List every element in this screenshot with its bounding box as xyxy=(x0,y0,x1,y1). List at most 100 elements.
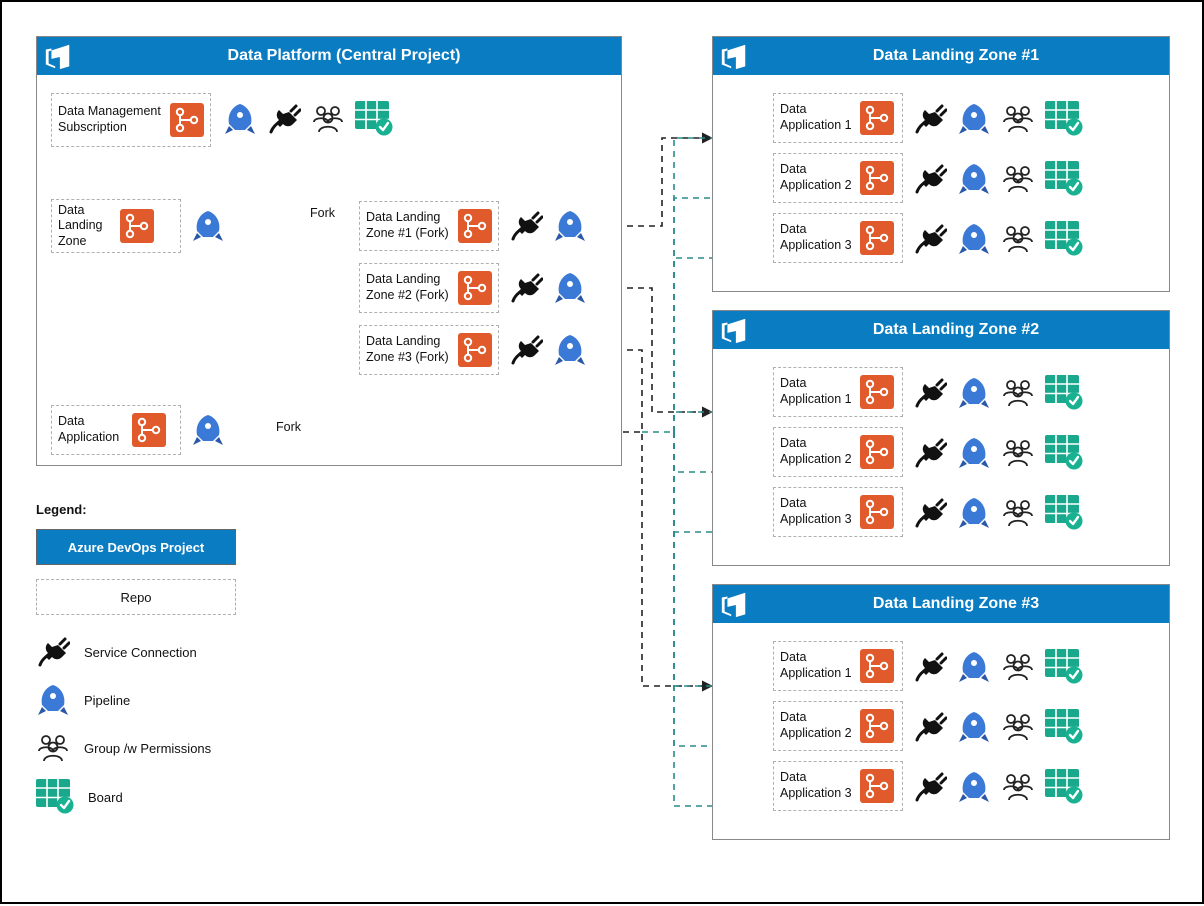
fork3-icons xyxy=(509,333,587,367)
repo-fork-1: Data Landing Zone #1 (Fork) xyxy=(359,201,499,251)
repo-label: Data Application 3 xyxy=(780,496,860,527)
board-icon xyxy=(355,101,393,137)
zone1-app2-icons xyxy=(913,161,1083,197)
repo-icon xyxy=(458,333,492,367)
pipeline-icon xyxy=(957,376,991,410)
pipeline-icon xyxy=(957,162,991,196)
central-project-header: Data Platform (Central Project) xyxy=(37,37,621,75)
zone-title: Data Landing Zone #1 xyxy=(755,47,1157,65)
zone2-app3: Data Application 3 xyxy=(773,487,903,537)
repo-label: Data Application 2 xyxy=(780,436,860,467)
repo-icon xyxy=(170,103,204,137)
app-icons xyxy=(191,413,225,447)
zone-header: Data Landing Zone #1 xyxy=(713,37,1169,75)
board-icon xyxy=(1045,161,1083,197)
board-icon xyxy=(1045,435,1083,471)
service-connection-icon xyxy=(913,376,947,410)
legend-board-label: Board xyxy=(88,790,123,805)
central-project-title: Data Platform (Central Project) xyxy=(79,47,609,65)
fork-label-2: Fork xyxy=(274,420,303,434)
fork-label-1: Fork xyxy=(308,206,337,220)
service-connection-icon xyxy=(913,770,947,804)
repo-label: Data Landing Zone #2 (Fork) xyxy=(366,272,458,303)
zone1-app2: Data Application 2 xyxy=(773,153,903,203)
service-connection-icon xyxy=(913,496,947,530)
service-connection-icon xyxy=(913,436,947,470)
repo-label: Data Application 2 xyxy=(780,162,860,193)
zone-title: Data Landing Zone #2 xyxy=(755,321,1157,339)
board-icon xyxy=(1045,769,1083,805)
repo-fork-3: Data Landing Zone #3 (Fork) xyxy=(359,325,499,375)
pipeline-icon xyxy=(191,209,225,243)
repo-icon xyxy=(458,209,492,243)
landing-zone-3: Data Landing Zone #3 Data Application 1 … xyxy=(712,584,1170,840)
zone1-app3: Data Application 3 xyxy=(773,213,903,263)
pipeline-icon xyxy=(553,271,587,305)
repo-icon xyxy=(860,709,894,743)
repo-label: Data Application 3 xyxy=(780,222,860,253)
board-icon xyxy=(1045,221,1083,257)
group-icon xyxy=(1001,496,1035,530)
board-icon xyxy=(1045,709,1083,745)
board-icon xyxy=(1045,375,1083,411)
repo-label: Data Landing Zone xyxy=(58,203,120,250)
pipeline-icon xyxy=(36,683,70,717)
group-icon xyxy=(1001,102,1035,136)
group-icon xyxy=(1001,376,1035,410)
group-icon xyxy=(1001,436,1035,470)
pipeline-icon xyxy=(957,770,991,804)
zone2-app2-icons xyxy=(913,435,1083,471)
service-connection-icon xyxy=(509,333,543,367)
pipeline-icon xyxy=(957,710,991,744)
repo-label: Data Application 3 xyxy=(780,770,860,801)
repo-label: Data Management Subscription xyxy=(58,104,170,135)
devops-icon xyxy=(43,41,73,71)
legend-heading: Legend: xyxy=(36,502,296,517)
service-connection-icon xyxy=(913,650,947,684)
zone2-app1-icons xyxy=(913,375,1083,411)
board-icon xyxy=(1045,649,1083,685)
service-connection-icon xyxy=(509,209,543,243)
service-connection-icon xyxy=(509,271,543,305)
group-icon xyxy=(311,102,345,136)
group-icon xyxy=(36,731,70,765)
repo-icon xyxy=(132,413,166,447)
repo-label: Data Application xyxy=(58,414,132,445)
zone3-app3: Data Application 3 xyxy=(773,761,903,811)
board-icon xyxy=(1045,101,1083,137)
repo-icon xyxy=(860,221,894,255)
pipeline-icon xyxy=(957,496,991,530)
pipeline-icon xyxy=(957,650,991,684)
repo-icon xyxy=(860,495,894,529)
repo-fork-2: Data Landing Zone #2 (Fork) xyxy=(359,263,499,313)
zone-header: Data Landing Zone #3 xyxy=(713,585,1169,623)
repo-icon xyxy=(120,209,154,243)
zone1-app1: Data Application 1 xyxy=(773,93,903,143)
pipeline-icon xyxy=(223,102,257,136)
pipeline-icon xyxy=(957,222,991,256)
central-project: Data Platform (Central Project) Data Man… xyxy=(36,36,622,466)
group-icon xyxy=(1001,710,1035,744)
legend-group-row: Group /w Permissions xyxy=(36,731,296,765)
board-icon xyxy=(36,779,74,815)
diagram-canvas: Data Platform (Central Project) Data Man… xyxy=(0,0,1204,904)
legend-board-row: Board xyxy=(36,779,296,815)
repo-label: Data Application 1 xyxy=(780,650,860,681)
repo-icon xyxy=(860,435,894,469)
zone2-app3-icons xyxy=(913,495,1083,531)
group-icon xyxy=(1001,770,1035,804)
devops-icon xyxy=(719,41,749,71)
landing-zone-1: Data Landing Zone #1 Data Application 1 … xyxy=(712,36,1170,292)
mgmt-icons xyxy=(223,101,393,137)
repo-label: Data Application 1 xyxy=(780,376,860,407)
service-connection-icon xyxy=(36,635,70,669)
service-connection-icon xyxy=(913,710,947,744)
repo-icon xyxy=(860,101,894,135)
repo-icon xyxy=(860,769,894,803)
devops-icon xyxy=(719,315,749,345)
legend-service-label: Service Connection xyxy=(84,645,197,660)
group-icon xyxy=(1001,222,1035,256)
zone3-app1: Data Application 1 xyxy=(773,641,903,691)
repo-icon xyxy=(860,161,894,195)
repo-label: Data Landing Zone #3 (Fork) xyxy=(366,334,458,365)
